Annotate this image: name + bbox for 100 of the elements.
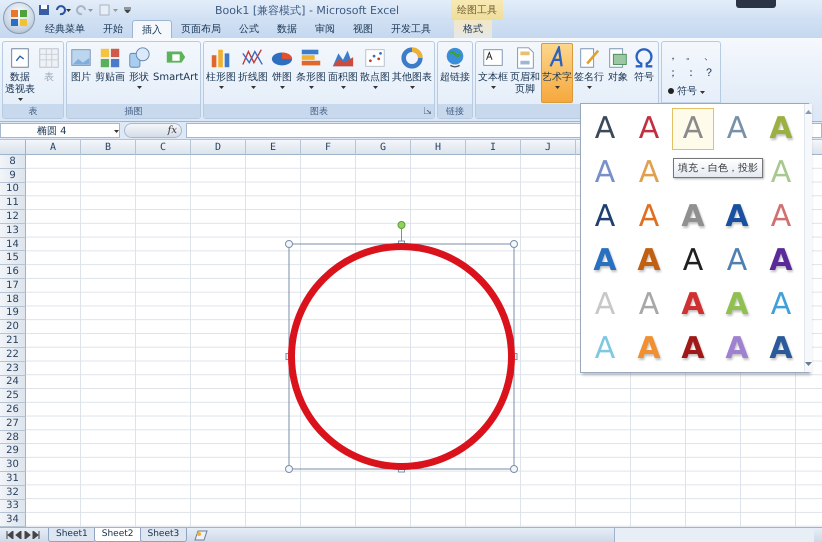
column-header[interactable]: F (301, 140, 356, 155)
row-header[interactable]: 33 (0, 500, 26, 514)
column-header[interactable]: G (356, 140, 411, 155)
ribbon-tab[interactable]: 页面布局 (172, 20, 230, 38)
wordart-style-option[interactable]: A (584, 108, 626, 150)
row-header[interactable]: 23 (0, 362, 26, 376)
row-header[interactable]: 30 (0, 458, 26, 472)
ribbon-button[interactable]: 对象 (605, 43, 632, 103)
row-header[interactable]: 21 (0, 334, 26, 348)
ribbon-tab[interactable]: 经典菜单 (36, 20, 94, 38)
wordart-style-option[interactable]: A (672, 240, 714, 282)
wordart-style-option[interactable]: A (628, 108, 670, 150)
ribbon-button[interactable]: 面积图 (327, 43, 360, 103)
horizontal-scrollbar[interactable] (614, 528, 814, 542)
symbol-button[interactable]: 。 (684, 48, 698, 63)
row-header[interactable]: 16 (0, 265, 26, 280)
row-header[interactable]: 9 (0, 168, 26, 183)
ribbon-button[interactable]: 其他图表 (391, 43, 434, 103)
wordart-style-option[interactable]: A (628, 240, 670, 282)
ribbon-button[interactable]: 签名行 (573, 43, 606, 103)
ribbon-button[interactable]: 散点图 (359, 43, 392, 103)
symbol-button[interactable]: ； (666, 65, 680, 80)
row-header[interactable]: 29 (0, 444, 26, 458)
wordart-style-option[interactable]: A (716, 240, 758, 282)
row-header[interactable]: 14 (0, 238, 26, 252)
wordart-style-option[interactable]: A (672, 284, 714, 326)
ribbon-button[interactable]: SmartArt (152, 43, 200, 103)
column-header[interactable]: H (411, 140, 466, 155)
scroll-down-icon[interactable] (805, 362, 812, 366)
save-icon[interactable] (38, 4, 50, 16)
row-header[interactable]: 20 (0, 320, 26, 334)
ribbon-button[interactable]: 数据 透视表 (4, 43, 36, 103)
row-header[interactable]: 32 (0, 486, 26, 500)
symbol-menu-button[interactable]: 符号 (662, 80, 720, 102)
row-header[interactable]: 31 (0, 472, 26, 486)
wordart-style-option[interactable]: A (760, 328, 802, 370)
insert-sheet-icon[interactable] (193, 530, 210, 541)
symbol-button[interactable]: ， (666, 48, 680, 63)
ribbon-button[interactable]: 折线图 (237, 43, 270, 103)
wordart-style-option[interactable]: A (584, 240, 626, 282)
row-header[interactable]: 8 (0, 155, 26, 169)
symbol-button[interactable]: ？ (702, 65, 716, 80)
undo-icon[interactable] (54, 4, 72, 16)
ribbon-button[interactable]: 艺术字 (541, 43, 574, 103)
sheet-tab[interactable]: Sheet3 (140, 528, 188, 542)
gallery-scrollbar[interactable] (804, 104, 812, 372)
row-header[interactable]: 13 (0, 224, 26, 238)
column-header[interactable]: E (246, 140, 301, 155)
ribbon-button[interactable]: 图片 (68, 43, 94, 103)
row-header[interactable]: 11 (0, 196, 26, 210)
sheet-tab[interactable]: Sheet2 (94, 528, 142, 542)
row-header[interactable]: 19 (0, 306, 26, 320)
column-header[interactable]: D (191, 140, 246, 155)
ribbon-tab[interactable]: 格式 (454, 20, 492, 38)
ribbon-button[interactable]: 饼图 (269, 43, 296, 103)
ribbon-button[interactable]: 文本框 (477, 43, 510, 103)
ribbon-tab[interactable]: 开发工具 (382, 20, 440, 38)
insert-function-button[interactable]: fx (124, 123, 182, 138)
row-header[interactable]: 34 (0, 513, 26, 527)
column-header[interactable]: J (521, 140, 576, 155)
ribbon-button[interactable]: 条形图 (295, 43, 328, 103)
symbol-button[interactable]: 、 (702, 48, 716, 63)
ribbon-button[interactable]: 柱形图 (205, 43, 238, 103)
ribbon-button[interactable]: 形状 (126, 43, 152, 103)
ribbon-tab[interactable]: 公式 (230, 20, 268, 38)
wordart-style-option[interactable]: A (672, 328, 714, 370)
ribbon-button[interactable]: 页眉和 页脚 (509, 43, 542, 103)
column-header[interactable]: A (26, 140, 81, 155)
scroll-up-icon[interactable] (805, 110, 812, 114)
row-header[interactable]: 26 (0, 403, 26, 417)
row-header[interactable]: 12 (0, 210, 26, 224)
row-header[interactable]: 27 (0, 416, 26, 431)
row-header[interactable]: 24 (0, 376, 26, 390)
row-header[interactable]: 18 (0, 292, 26, 307)
ribbon-tab[interactable]: 数据 (268, 20, 306, 38)
sheet-tab[interactable]: Sheet1 (48, 528, 96, 542)
ribbon-button[interactable]: 剪贴画 (94, 43, 126, 103)
row-header[interactable]: 10 (0, 182, 26, 196)
column-header[interactable]: I (466, 140, 521, 155)
column-header[interactable]: C (136, 140, 191, 155)
ribbon-tab[interactable]: 审阅 (306, 20, 344, 38)
customize-caret-icon[interactable] (124, 7, 131, 13)
row-header[interactable]: 25 (0, 389, 26, 404)
wordart-style-option[interactable]: A (760, 240, 802, 282)
name-box[interactable]: 椭圆 4 (0, 123, 120, 138)
ribbon-button[interactable]: 符号 (631, 43, 658, 103)
column-header[interactable]: B (81, 140, 136, 155)
row-header[interactable]: 28 (0, 430, 26, 444)
wordart-style-option[interactable]: A (716, 196, 758, 238)
ribbon-tab[interactable]: 开始 (94, 20, 132, 38)
ribbon-tab[interactable]: 插入 (132, 20, 172, 38)
dialog-launcher-icon[interactable] (424, 107, 432, 114)
wordart-style-option[interactable]: A (584, 196, 626, 238)
row-header[interactable]: 22 (0, 348, 26, 362)
row-header[interactable]: 17 (0, 279, 26, 293)
row-header[interactable]: 15 (0, 251, 26, 266)
rotation-handle[interactable] (398, 221, 406, 242)
ribbon-button[interactable]: 超链接 (439, 43, 472, 103)
symbol-button[interactable]: ： (684, 65, 698, 80)
ribbon-tab[interactable]: 视图 (344, 20, 382, 38)
